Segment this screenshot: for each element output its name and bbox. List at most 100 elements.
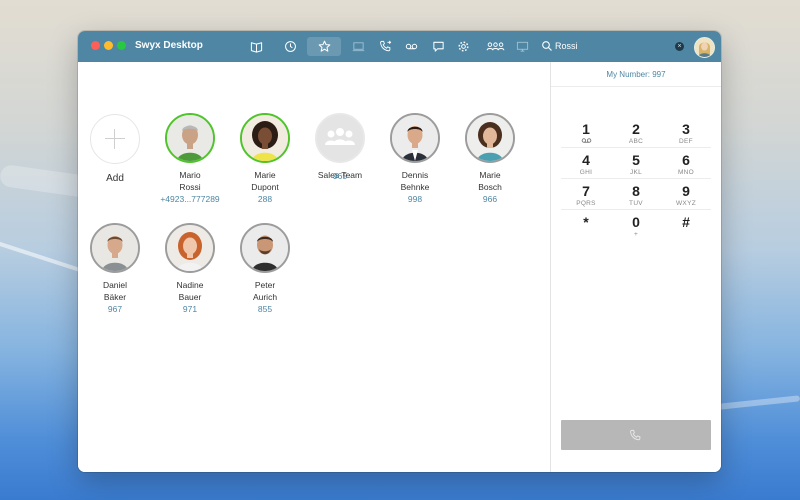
search-input[interactable]: Rossi <box>555 41 578 51</box>
contact-card[interactable]: Marie Bosch 966 <box>452 113 528 205</box>
maximize-window-button[interactable] <box>117 41 126 50</box>
chat-icon[interactable] <box>429 38 447 55</box>
contact-avatar[interactable] <box>90 223 140 273</box>
add-favorite-button[interactable]: Add <box>78 114 153 185</box>
contact-number[interactable]: 967 <box>78 303 153 315</box>
dial-key-3[interactable]: 3 DEF <box>662 121 710 146</box>
contact-last-name: Behnke <box>400 181 430 192</box>
contact-avatar[interactable] <box>240 223 290 273</box>
dial-key-digit: 6 <box>682 152 690 168</box>
contact-last-name: Dupont <box>251 181 279 192</box>
phone-icon <box>630 429 641 441</box>
dialpad-divider <box>551 86 721 87</box>
favorites-icon[interactable] <box>315 38 333 55</box>
dial-key-star[interactable]: * <box>562 214 610 230</box>
contact-number[interactable]: +4923...777289 <box>152 193 228 205</box>
dial-key-2[interactable]: 2 ABC <box>612 121 660 146</box>
search-icon <box>542 41 552 51</box>
contact-number[interactable]: 966 <box>452 193 528 205</box>
contact-avatar[interactable] <box>465 113 515 163</box>
contact-card[interactable]: Dennis Behnke 998 <box>377 113 453 205</box>
contact-name: Marie Bosch <box>452 170 528 193</box>
contact-last-name: Bäker <box>103 291 127 302</box>
dial-key-digit: 1 <box>582 121 590 137</box>
contact-last-name: Bosch <box>478 181 502 192</box>
phonebook-icon[interactable] <box>247 38 265 55</box>
dial-key-8[interactable]: 8 TUV <box>612 183 660 208</box>
contact-card[interactable]: Sales Team 965 <box>302 113 378 182</box>
team-icon[interactable] <box>483 38 507 55</box>
dial-key-1[interactable]: 1 <box>562 121 610 147</box>
screen-icon[interactable] <box>513 38 531 55</box>
dial-key-6[interactable]: 6 MNO <box>662 152 710 177</box>
dialpad-row-divider <box>561 147 711 148</box>
clear-search-icon[interactable]: × <box>675 42 684 51</box>
dial-key-digit: * <box>583 214 589 230</box>
dial-key-hash[interactable]: # <box>662 214 710 230</box>
contact-number[interactable]: 855 <box>227 303 303 315</box>
contact-card[interactable]: Daniel Bäker 967 <box>78 223 153 315</box>
contact-first-name: Daniel <box>102 280 128 290</box>
call-forward-icon[interactable] <box>376 38 394 55</box>
dialpad-row-divider <box>561 178 711 179</box>
dial-key-digit: 2 <box>632 121 640 137</box>
app-window: Swyx Desktop Rossi × Add Mario Rossi +49… <box>78 31 721 472</box>
history-icon[interactable] <box>281 38 299 55</box>
my-number: My Number: 997 <box>606 70 666 79</box>
contact-name: Daniel Bäker <box>78 280 153 303</box>
add-label: Add <box>106 173 124 184</box>
dial-key-4[interactable]: 4 GHI <box>562 152 610 177</box>
dial-key-digit: 5 <box>632 152 640 168</box>
add-icon[interactable] <box>90 114 140 164</box>
dial-key-letters: ABC <box>628 138 644 145</box>
contact-last-name: Aurich <box>252 291 278 302</box>
dial-key-digit: # <box>682 214 690 230</box>
dial-key-digit: 7 <box>582 183 590 199</box>
settings-icon[interactable] <box>454 38 472 55</box>
call-button[interactable] <box>561 420 711 450</box>
contact-name: Nadine Bauer <box>152 280 228 303</box>
dial-key-9[interactable]: 9 WXYZ <box>662 183 710 208</box>
minimize-window-button[interactable] <box>104 41 113 50</box>
dial-key-letters: + <box>633 231 639 238</box>
contact-name: Mario Rossi <box>152 170 228 193</box>
contact-first-name: Dennis <box>401 170 429 180</box>
dial-key-0[interactable]: 0 + <box>612 214 660 239</box>
contact-card[interactable]: Peter Aurich 855 <box>227 223 303 315</box>
contact-avatar[interactable] <box>390 113 440 163</box>
dial-key-digit: 4 <box>582 152 590 168</box>
group-avatar[interactable] <box>315 113 365 163</box>
dial-key-5[interactable]: 5 JKL <box>612 152 660 177</box>
app-title: Swyx Desktop <box>135 40 203 51</box>
user-avatar[interactable] <box>694 37 715 58</box>
group-icon <box>317 115 363 161</box>
contact-last-name: Bauer <box>178 291 202 302</box>
background-streak <box>709 395 800 411</box>
contact-avatar[interactable] <box>165 223 215 273</box>
voicemail-icon[interactable] <box>402 38 420 55</box>
contact-card[interactable]: Nadine Bauer 971 <box>152 223 228 315</box>
contact-last-name: Rossi <box>179 181 201 192</box>
contact-card[interactable]: Mario Rossi +4923...777289 <box>152 113 228 205</box>
contact-number[interactable]: 288 <box>227 193 303 205</box>
contact-name: Peter Aurich <box>227 280 303 303</box>
dial-key-letters: TUV <box>629 200 643 207</box>
contact-avatar[interactable] <box>165 113 215 163</box>
contact-first-name: Marie <box>479 170 501 180</box>
contact-name: Dennis Behnke <box>377 170 453 193</box>
contact-first-name: Peter <box>254 280 276 290</box>
contact-number[interactable]: 965 <box>302 170 378 182</box>
contact-name: Marie Dupont <box>227 170 303 193</box>
titlebar: Swyx Desktop Rossi × <box>78 31 721 62</box>
dial-key-letters: PQRS <box>576 200 596 207</box>
dial-key-letters: MNO <box>677 169 695 176</box>
contact-number[interactable]: 971 <box>152 303 228 315</box>
dial-key-7[interactable]: 7 PQRS <box>562 183 610 208</box>
close-window-button[interactable] <box>91 41 100 50</box>
dial-key-digit: 8 <box>632 183 640 199</box>
voicemail-box-icon[interactable] <box>349 38 367 55</box>
contact-avatar[interactable] <box>240 113 290 163</box>
contact-number[interactable]: 998 <box>377 193 453 205</box>
search-field[interactable]: Rossi × <box>541 38 691 55</box>
contact-card[interactable]: Marie Dupont 288 <box>227 113 303 205</box>
